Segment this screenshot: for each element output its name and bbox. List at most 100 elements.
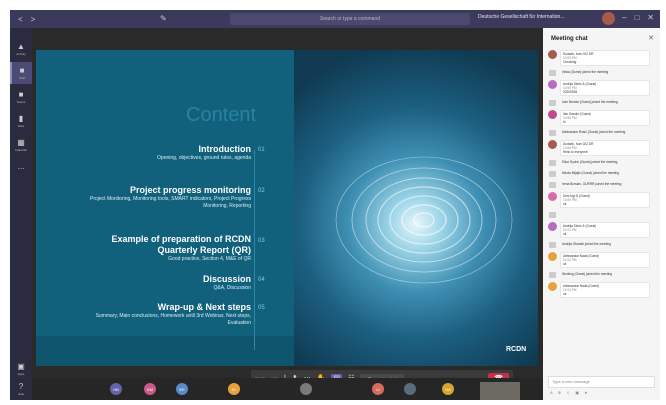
meeting-stage: Content Introduction Opening, objectives… (32, 28, 543, 386)
shared-slide: Content Introduction Opening, objectives… (36, 50, 538, 366)
rail-chat[interactable]: ■ Chat (10, 62, 32, 84)
agenda-item: Project progress monitoring Project Moni… (76, 185, 251, 209)
avatar (548, 110, 557, 119)
close-icon[interactable]: ✕ (648, 34, 654, 42)
minimize-icon[interactable]: – (622, 13, 626, 22)
message-text: hi (563, 120, 566, 124)
search-input[interactable]: Search or type a command (230, 13, 470, 25)
rcdn-logo: RCDN (506, 346, 527, 353)
agenda-heading: Wrap-up & Next steps (157, 302, 251, 312)
help-icon: ? (18, 381, 24, 391)
teams-icon: ■ (18, 89, 24, 99)
agenda-item: Example of preparation of RCDN Quarterly… (76, 234, 251, 263)
message-text: Irena Bursian, GURRR joined the meeting (562, 182, 622, 186)
chat-message[interactable]: Dudarik, Ivan GIZ DR 10:58 PM Hello to eve… (543, 140, 660, 156)
teams-window: < > ✎ Search or type a command Deutsche … (10, 10, 660, 400)
meeting-chat-panel: Meeting chat ✕ Dudarik, Ivan GIZ DR 10:53… (543, 28, 660, 400)
message-body: Ivan Bendur (Guest) joined the meeting (560, 99, 650, 105)
agenda-detail: Summary, Main conclusions, Homework unti… (95, 313, 251, 326)
chat-message[interactable]: Andrija Simic & (Guest) 10:55 PM 20200528 (543, 80, 660, 96)
chat-message[interactable]: Dmz trgf.D (Guest) 10:59 PM ok (543, 192, 660, 208)
participant-avatar[interactable]: EM (144, 383, 156, 395)
participant-avatar[interactable]: DA (442, 383, 454, 395)
attach-icon[interactable]: ⊕ (558, 390, 563, 395)
message-compose-input[interactable]: Type a new message (548, 376, 655, 388)
rail-files[interactable]: ▮ Files (10, 110, 32, 132)
chat-message[interactable]: Andrija Obradić joined the meeting (543, 241, 660, 249)
participant-avatar[interactable] (404, 383, 416, 395)
nav-arrows: < > (18, 15, 35, 24)
divider-line (254, 150, 255, 350)
avatar[interactable] (602, 12, 615, 25)
message-text: ok (563, 202, 567, 206)
rail-label: Apps (17, 371, 25, 376)
chat-message[interactable]: Aleksandar Nada (Guest) 11:03 PM ok (543, 282, 660, 298)
participant-avatar[interactable]: HB (110, 383, 122, 395)
window-controls: – □ ✕ (622, 13, 654, 22)
avatar (548, 282, 557, 291)
message-text: ok (563, 262, 567, 266)
message-body: Dmz trgf.D (Guest) 10:59 PM ok (560, 192, 650, 208)
chat-message[interactable]: Working (Guest) joined the meeting (543, 271, 660, 279)
chat-message[interactable]: Elion Hydric (Guest) joined the meeting (543, 159, 660, 167)
join-icon (549, 242, 556, 248)
chat-message[interactable]: Dudarik, Ivan GIZ DR 10:53 PM Checking (543, 50, 660, 66)
participant-avatar[interactable]: EE (176, 383, 188, 395)
edit-icon[interactable]: ✎ (160, 14, 167, 23)
gif-icon[interactable]: ▣ (575, 390, 581, 395)
back-icon[interactable]: < (18, 15, 23, 24)
rail-label: Calendar (14, 147, 28, 152)
message-text: Aleksandar Rosić (Guest) joined the meet… (562, 130, 626, 134)
chat-message[interactable]: Ilan Sandro (Guest) 10:56 PM hi (543, 110, 660, 126)
chat-icon: ■ (19, 65, 25, 75)
message-text: ok (563, 232, 567, 236)
agenda-number: 01 (258, 147, 265, 153)
chat-message[interactable]: Nikola Mijajić (Guest) joined the meetin… (543, 170, 660, 178)
agenda-detail: Good practice, Section 4, M&E of QR (168, 256, 251, 262)
format-icon[interactable]: A (550, 390, 554, 395)
participant-avatar[interactable] (300, 383, 312, 395)
message-body: Ilan Sandro (Guest) 10:56 PM hi (560, 110, 650, 126)
org-name[interactable]: Deutsche Gesellschaft für Internation... (478, 14, 596, 20)
agenda-number: 04 (258, 277, 265, 283)
message-body: Working (Guest) joined the meeting (560, 271, 650, 277)
join-icon (549, 70, 556, 76)
participant-avatar[interactable]: LI (372, 383, 384, 395)
rail-calendar[interactable]: ▦ Calendar (10, 134, 32, 156)
agenda-heading: Project progress monitoring (129, 185, 251, 195)
maximize-icon[interactable]: □ (634, 13, 639, 22)
message-body: Andrija Obradić joined the meeting (560, 241, 650, 247)
chat-message[interactable]: Andrija Simic & (Guest) 11:01 PM ok (543, 222, 660, 238)
message-body: Aleksandar Rosić (Guest) joined the meet… (560, 129, 650, 135)
forward-icon[interactable]: > (31, 15, 36, 24)
join-icon (549, 212, 556, 218)
participant-avatar[interactable]: IK (228, 383, 240, 395)
rail-help[interactable]: ? Help (10, 378, 32, 400)
message-body: Aleksandar Nada (Guest) 11:03 PM ok (560, 282, 650, 298)
chat-message[interactable]: Irinka (Guest) joined the meeting (543, 69, 660, 77)
slide-title: Content (186, 104, 257, 126)
rail-label: Files (17, 123, 25, 128)
rail-more[interactable]: ... (10, 156, 32, 178)
message-body: Dudarik, Ivan GIZ DR 10:58 PM Hello to eve… (560, 140, 650, 156)
close-icon[interactable]: ✕ (647, 13, 654, 22)
chat-message-list[interactable]: Dudarik, Ivan GIZ DR 10:53 PM Checking Irin… (543, 50, 660, 375)
ripple-rings (335, 156, 513, 284)
rail-activity[interactable]: ▲ Activity (10, 38, 32, 60)
message-body: Andrija Simic & (Guest) 10:55 PM 20200528 (560, 80, 650, 96)
chat-message[interactable] (543, 211, 660, 219)
chat-message[interactable]: Aleksandar Nada (Guest) 11:02 PM ok (543, 252, 660, 268)
chat-message[interactable]: Aleksandar Rosić (Guest) joined the meet… (543, 129, 660, 137)
avatar (548, 192, 557, 201)
agenda-detail: Opening, objectives, ground rules, agend… (157, 155, 251, 161)
emoji-icon[interactable]: ☺ (566, 390, 572, 395)
message-body: Nikola Mijajić (Guest) joined the meetin… (560, 170, 650, 176)
more-icon: ... (17, 162, 25, 171)
chat-message[interactable]: Ivan Bendur (Guest) joined the meeting (543, 99, 660, 107)
agenda-number: 05 (258, 305, 265, 311)
rail-label: Activity (16, 51, 26, 56)
rail-teams[interactable]: ■ Teams (10, 86, 32, 108)
chat-message[interactable]: Irena Bursian, GURRR joined the meeting (543, 181, 660, 189)
send-icon[interactable]: ➤ (584, 390, 589, 395)
rail-apps[interactable]: ▣ Apps (10, 358, 32, 380)
